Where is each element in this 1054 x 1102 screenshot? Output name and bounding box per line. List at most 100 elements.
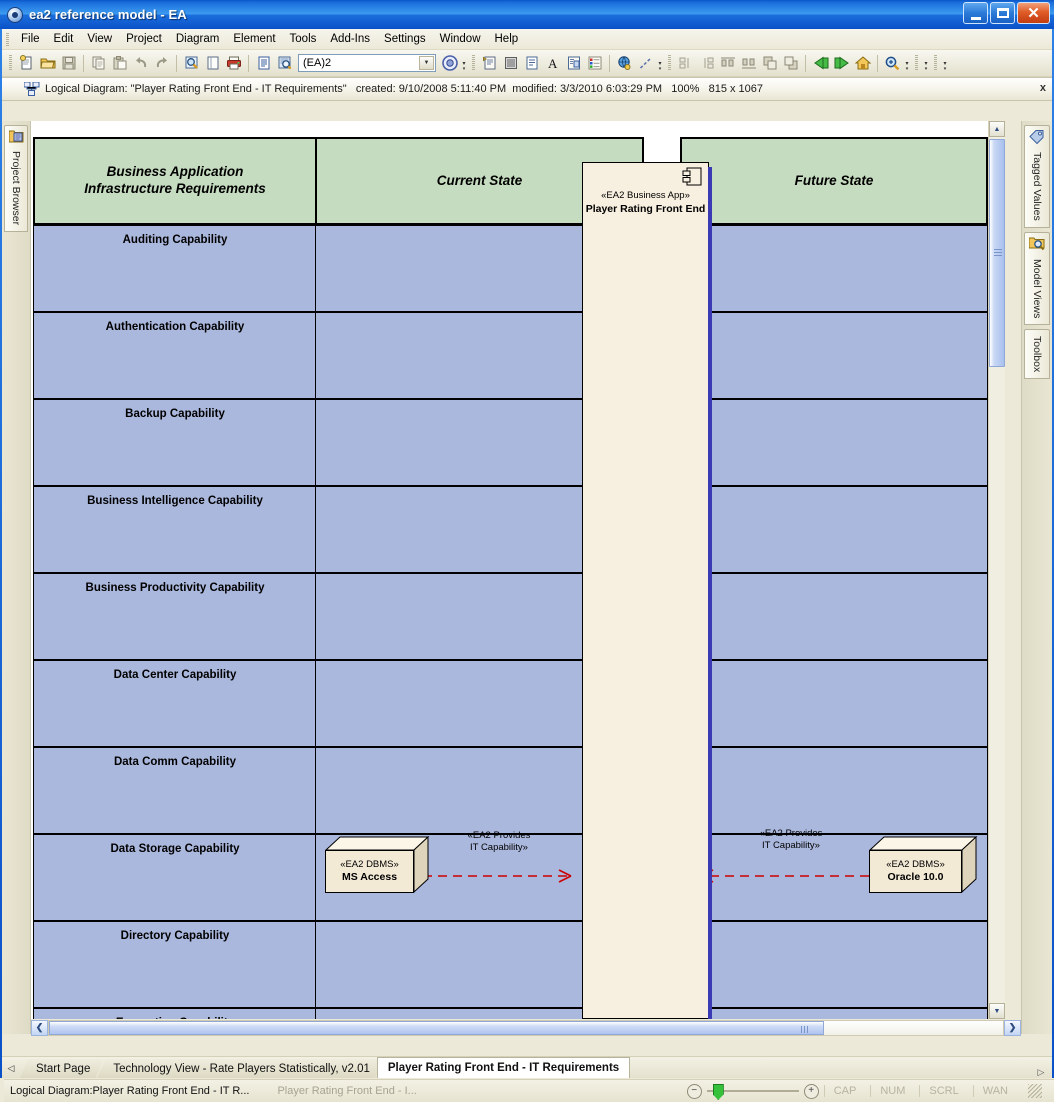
connector-future-to-component[interactable]	[689, 861, 879, 891]
menu-view[interactable]: View	[80, 31, 119, 47]
resize-grip[interactable]	[1028, 1084, 1042, 1098]
future-cell[interactable]	[709, 1008, 988, 1019]
chevron-down-icon[interactable]: ▼	[419, 56, 434, 70]
pattern-icon[interactable]	[500, 53, 521, 74]
row-label-cell[interactable]: Data Center Capability	[33, 660, 317, 747]
current-cell[interactable]	[315, 921, 585, 1008]
save-icon[interactable]	[58, 53, 79, 74]
menu-grip[interactable]	[6, 32, 9, 46]
z-order-back-icon[interactable]	[780, 53, 801, 74]
row-label-cell[interactable]: Data Storage Capability	[33, 834, 317, 921]
current-cell[interactable]	[315, 399, 585, 486]
maximize-button[interactable]	[990, 2, 1015, 24]
future-cell[interactable]	[709, 312, 988, 399]
menu-tools[interactable]: Tools	[283, 31, 324, 47]
zoom-in-icon[interactable]	[882, 53, 903, 74]
new-project-icon[interactable]	[16, 53, 37, 74]
current-cell[interactable]	[315, 573, 585, 660]
perspective-combo[interactable]: (EA)2 ▼	[298, 54, 436, 72]
close-button[interactable]: ✕	[1017, 2, 1050, 24]
row-label-cell[interactable]: Auditing Capability	[33, 225, 317, 312]
menu-project[interactable]: Project	[119, 31, 169, 47]
report-icon[interactable]	[563, 53, 584, 74]
document-icon[interactable]	[521, 53, 542, 74]
future-cell[interactable]	[709, 225, 988, 312]
toolbar-grip-1[interactable]	[9, 55, 12, 71]
toolbar-grip-4[interactable]	[915, 55, 918, 71]
toolbar-overflow-1[interactable]: ▾ ▾	[460, 54, 468, 73]
diagram-canvas[interactable]: Business Application Infrastructure Requ…	[31, 121, 1005, 1019]
tab-start-page[interactable]: Start Page	[20, 1059, 103, 1078]
z-order-front-icon[interactable]	[759, 53, 780, 74]
forward-nav-icon[interactable]	[831, 53, 852, 74]
properties-icon[interactable]	[479, 53, 500, 74]
tab-technology-view[interactable]: Technology View - Rate Players Statistic…	[97, 1059, 383, 1078]
future-cell[interactable]	[709, 399, 988, 486]
scroll-down-button[interactable]: ▼	[989, 1003, 1005, 1019]
zoom-out-button[interactable]: −	[686, 1083, 702, 1099]
tab-player-rating-front-end[interactable]: Player Rating Front End - IT Requirement…	[376, 1057, 631, 1078]
toolbar-overflow-2[interactable]: ▾ ▾	[656, 54, 664, 73]
future-cell[interactable]	[709, 747, 988, 834]
zoom-slider-track[interactable]	[706, 1084, 799, 1100]
current-cell[interactable]	[315, 225, 585, 312]
row-label-cell[interactable]: Business Productivity Capability	[33, 573, 317, 660]
component-player-rating-front-end[interactable]: «EA2 Business App» Player Rating Front E…	[582, 162, 712, 1019]
menu-diagram[interactable]: Diagram	[169, 31, 226, 47]
menu-edit[interactable]: Edit	[47, 31, 81, 47]
row-label-cell[interactable]: Authentication Capability	[33, 312, 317, 399]
menu-add-ins[interactable]: Add-Ins	[323, 31, 377, 47]
dock-tab-model-views[interactable]: Model Views	[1024, 231, 1050, 326]
canvas-vertical-scrollbar[interactable]: ▲ ▼	[988, 121, 1005, 1019]
copy-icon[interactable]	[88, 53, 109, 74]
legend-icon[interactable]	[584, 53, 605, 74]
home-icon[interactable]	[852, 53, 873, 74]
align-top-icon[interactable]	[717, 53, 738, 74]
row-label-cell[interactable]: Directory Capability	[33, 921, 317, 1008]
web-publish-icon[interactable]	[614, 53, 635, 74]
dock-tab-project-browser[interactable]: Project Browser	[4, 125, 28, 233]
toolbar-overflow-3[interactable]: ▾ ▾	[903, 54, 911, 73]
row-label-cell[interactable]: Backup Capability	[33, 399, 317, 486]
align-left-icon[interactable]	[675, 53, 696, 74]
minimize-button[interactable]	[963, 2, 988, 24]
paste-icon[interactable]	[109, 53, 130, 74]
toolbar-grip-5[interactable]	[934, 55, 937, 71]
dock-tab-tagged-values[interactable]: Tagged Values	[1024, 125, 1050, 228]
zoom-slider-thumb[interactable]	[712, 1084, 724, 1100]
scroll-up-button[interactable]: ▲	[989, 121, 1005, 137]
canvas-horizontal-scrollbar[interactable]: ❮ ❯	[31, 1019, 1021, 1036]
node-ms-access[interactable]: «EA2 DBMS» MS Access	[325, 836, 433, 894]
row-label-cell[interactable]: Data Comm Capability	[33, 747, 317, 834]
horizontal-scroll-thumb[interactable]	[49, 1020, 824, 1035]
undo-icon[interactable]	[130, 53, 151, 74]
current-cell[interactable]	[315, 312, 585, 399]
print-icon[interactable]	[223, 53, 244, 74]
node-oracle[interactable]: «EA2 DBMS» Oracle 10.0	[869, 836, 981, 894]
relationship-icon[interactable]	[635, 53, 656, 74]
current-cell[interactable]	[315, 486, 585, 573]
current-cell[interactable]	[315, 747, 585, 834]
menu-window[interactable]: Window	[433, 31, 488, 47]
menu-help[interactable]: Help	[488, 31, 526, 47]
tab-scroll-right-icon[interactable]: ▷	[1030, 1067, 1052, 1078]
toolbar-overflow-4[interactable]: ▾ ▾	[922, 54, 930, 73]
dock-tab-toolbox[interactable]: Toolbox	[1024, 329, 1050, 380]
page-setup-icon[interactable]	[202, 53, 223, 74]
future-cell[interactable]	[709, 573, 988, 660]
help-icon[interactable]	[439, 53, 460, 74]
tab-scroll-left-icon[interactable]: ◁	[2, 1058, 20, 1078]
future-cell[interactable]	[709, 486, 988, 573]
scroll-left-button[interactable]: ❮	[31, 1019, 48, 1036]
toolbar-overflow-5[interactable]: ▾ ▾	[941, 54, 949, 73]
horizontal-scroll-track[interactable]	[48, 1019, 1004, 1036]
toolbar-grip-3[interactable]	[668, 55, 671, 71]
zoom-search-icon[interactable]	[274, 53, 295, 74]
current-cell[interactable]	[315, 660, 585, 747]
row-label-cell[interactable]: Encryption Capability	[33, 1008, 317, 1019]
header-cell-future-state[interactable]: Future State	[680, 137, 988, 225]
future-cell[interactable]	[709, 921, 988, 1008]
menu-settings[interactable]: Settings	[377, 31, 433, 47]
toolbar-grip-2[interactable]	[472, 55, 475, 71]
text-format-icon[interactable]: A	[542, 53, 563, 74]
